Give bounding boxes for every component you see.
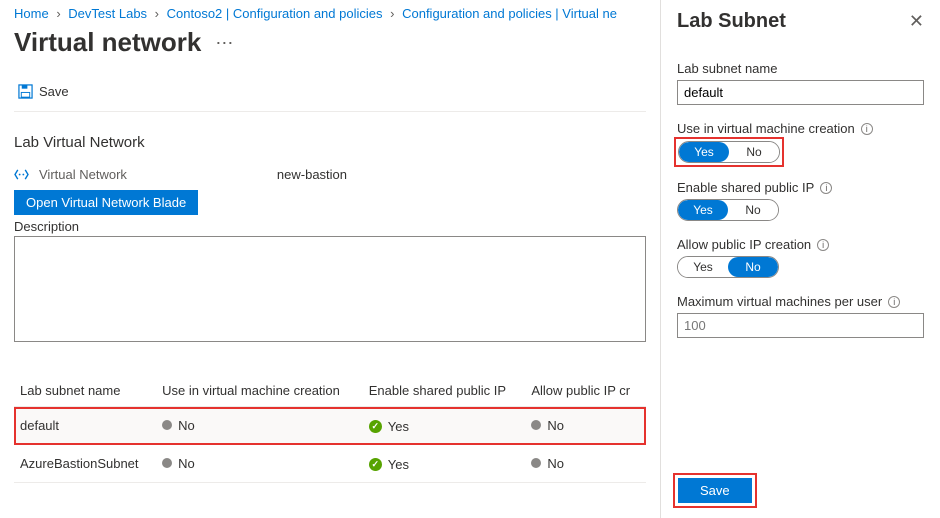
subnet-table: Lab subnet name Use in virtual machine c… — [14, 375, 646, 483]
vnet-icon — [14, 168, 29, 181]
cell-shared-ip: Yes — [388, 419, 409, 434]
col-shared-ip[interactable]: Enable shared public IP — [363, 375, 526, 407]
toggle-no[interactable]: No — [729, 142, 779, 162]
description-label: Description — [14, 219, 646, 234]
toggle-yes[interactable]: Yes — [678, 257, 728, 277]
info-icon[interactable]: i — [817, 239, 829, 251]
info-icon[interactable]: i — [861, 123, 873, 135]
close-icon[interactable]: ✕ — [909, 11, 924, 32]
table-row[interactable]: default No ✓ Yes No — [14, 407, 646, 445]
open-vnet-blade-button[interactable]: Open Virtual Network Blade — [14, 190, 198, 215]
table-row[interactable]: AzureBastionSubnet No ✓ Yes No — [14, 445, 646, 483]
cell-use-vm: No — [178, 456, 195, 471]
panel-title: Lab Subnet — [677, 10, 786, 33]
max-vm-input[interactable] — [677, 313, 924, 338]
save-icon — [18, 84, 33, 99]
toggle-no[interactable]: No — [728, 200, 778, 220]
description-textarea[interactable] — [14, 236, 646, 342]
vnet-name: new-bastion — [277, 167, 347, 182]
toggle-yes[interactable]: Yes — [678, 200, 728, 220]
check-icon: ✓ — [369, 420, 382, 433]
allow-ip-toggle[interactable]: Yes No — [677, 256, 779, 278]
toolbar-save-label: Save — [39, 84, 69, 99]
toggle-no[interactable]: No — [728, 257, 778, 277]
shared-ip-label: Enable shared public IP — [677, 180, 814, 195]
breadcrumb-contoso2[interactable]: Contoso2 | Configuration and policies — [167, 6, 383, 21]
allow-ip-label: Allow public IP creation — [677, 237, 811, 252]
use-vm-toggle[interactable]: Yes No — [678, 141, 780, 163]
info-icon[interactable]: i — [820, 182, 832, 194]
cell-allow-ip: No — [547, 418, 564, 433]
col-subnet-name[interactable]: Lab subnet name — [14, 375, 156, 407]
panel-save-button[interactable]: Save — [678, 478, 752, 503]
page-title: Virtual network — [14, 27, 201, 58]
col-use-vm[interactable]: Use in virtual machine creation — [156, 375, 363, 407]
cell-use-vm: No — [178, 418, 195, 433]
breadcrumb-config-vnet[interactable]: Configuration and policies | Virtual ne — [402, 6, 617, 21]
vnet-label: Virtual Network — [39, 167, 127, 182]
status-dot-icon — [162, 420, 172, 430]
subnet-name-input[interactable] — [677, 80, 924, 105]
col-allow-ip[interactable]: Allow public IP cr — [525, 375, 646, 407]
status-dot-icon — [162, 458, 172, 468]
check-icon: ✓ — [369, 458, 382, 471]
cell-subnet-name: AzureBastionSubnet — [14, 445, 156, 483]
cell-shared-ip: Yes — [388, 457, 409, 472]
section-label: Lab Virtual Network — [14, 134, 646, 151]
cell-subnet-name: default — [14, 407, 156, 445]
more-actions-button[interactable]: ⋯ — [215, 34, 233, 52]
breadcrumb: Home › DevTest Labs › Contoso2 | Configu… — [14, 6, 646, 21]
status-dot-icon — [531, 458, 541, 468]
toolbar-save-button[interactable]: Save — [14, 82, 73, 101]
use-vm-label: Use in virtual machine creation — [677, 121, 855, 136]
breadcrumb-home[interactable]: Home — [14, 6, 49, 21]
cell-allow-ip: No — [547, 456, 564, 471]
status-dot-icon — [531, 420, 541, 430]
max-vm-label: Maximum virtual machines per user — [677, 294, 882, 309]
subnet-name-label: Lab subnet name — [677, 61, 924, 76]
lab-subnet-panel: Lab Subnet ✕ Lab subnet name Use in virt… — [660, 0, 940, 518]
info-icon[interactable]: i — [888, 296, 900, 308]
breadcrumb-devtestlabs[interactable]: DevTest Labs — [68, 6, 147, 21]
shared-ip-toggle[interactable]: Yes No — [677, 199, 779, 221]
toggle-yes[interactable]: Yes — [679, 142, 729, 162]
